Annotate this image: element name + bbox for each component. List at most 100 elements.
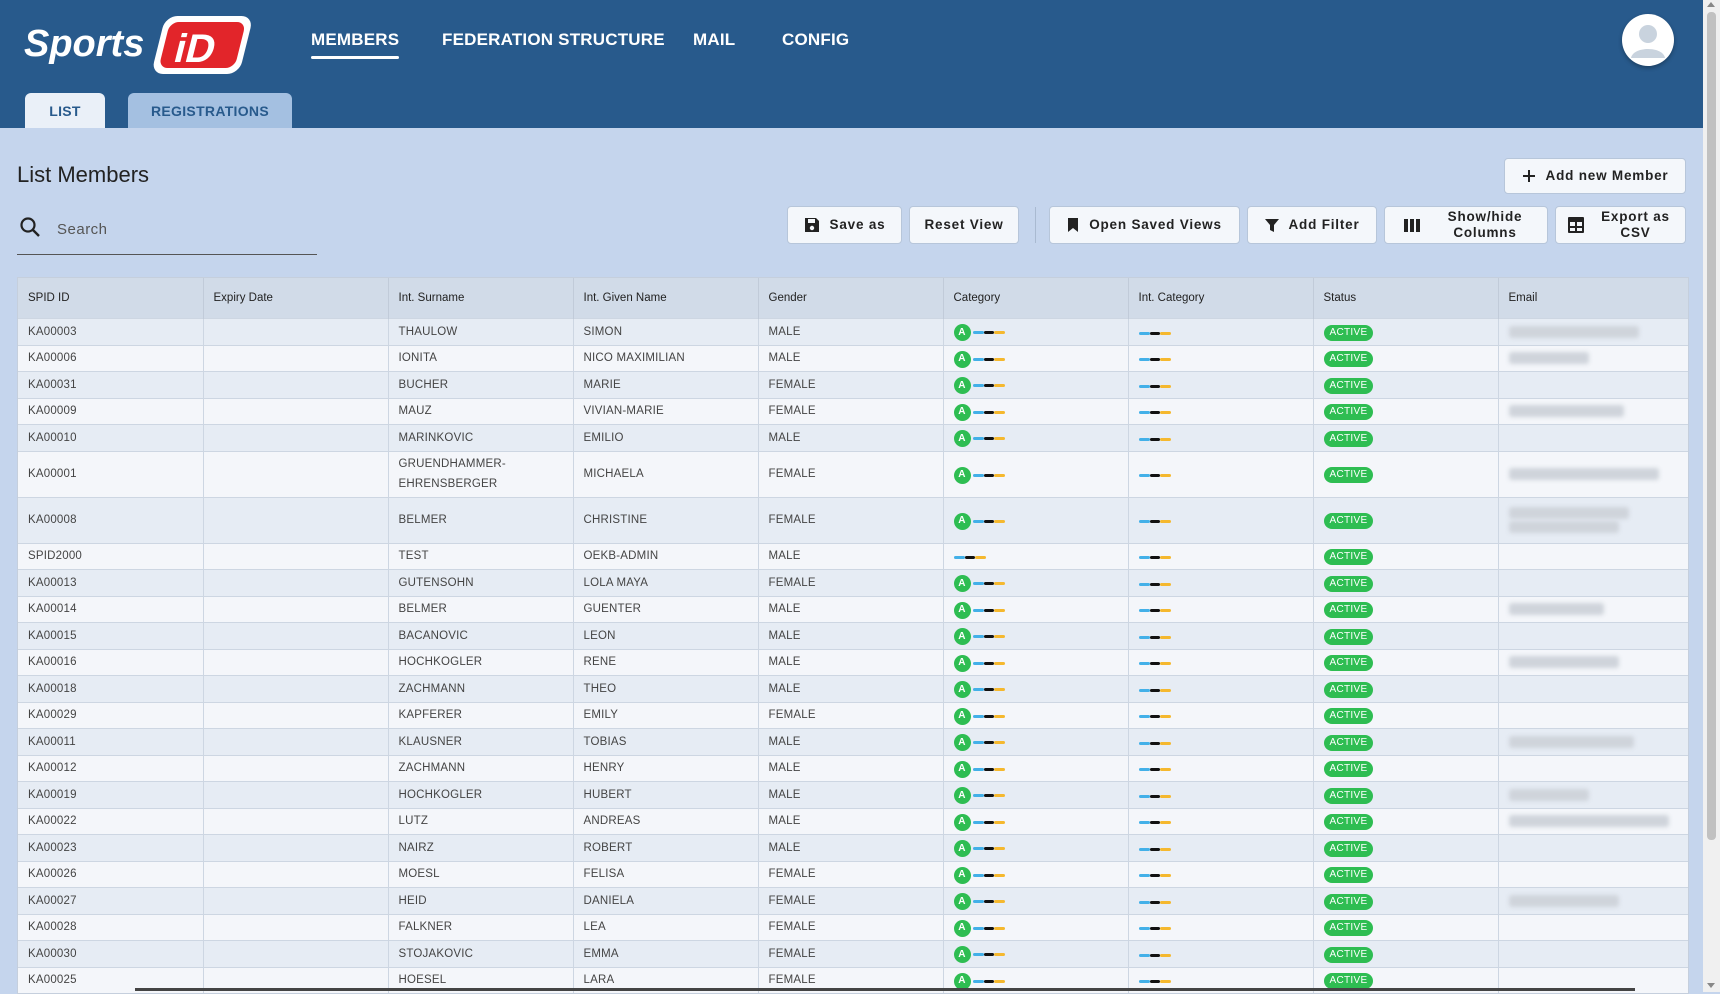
int-category-bars-icon bbox=[1138, 358, 1171, 362]
table-row[interactable]: KA00013 GUTENSOHN LOLA MAYA FEMALE A ACTIVE bbox=[18, 569, 1688, 596]
cell-int-given-name: OEKB-ADMIN bbox=[573, 542, 759, 570]
table-row[interactable]: SPID2000 TEST OEKB-ADMIN MALE ACTIVE bbox=[18, 542, 1688, 570]
table-row[interactable]: KA00028 FALKNER LEA FEMALE A ACTIVE bbox=[18, 913, 1688, 941]
cell-int-given-name: LEA bbox=[573, 913, 759, 941]
table-row[interactable]: KA00003 THAULOW SIMON MALE A ACTIVE bbox=[18, 318, 1688, 345]
nav-config[interactable]: CONFIG bbox=[782, 30, 849, 50]
cell-expiry-date bbox=[203, 781, 389, 808]
table-row[interactable]: KA00009 MAUZ VIVIAN-MARIE FEMALE A ACTIVE bbox=[18, 397, 1688, 425]
tab-registrations[interactable]: REGISTRATIONS bbox=[128, 93, 292, 128]
cell-int-category bbox=[1128, 781, 1314, 808]
show-hide-columns-button[interactable]: Show/hide Columns bbox=[1384, 206, 1548, 244]
scrollbar-thumb[interactable] bbox=[1707, 12, 1716, 840]
table-row[interactable]: KA00016 HOCHKOGLER RENE MALE A ACTIVE bbox=[18, 648, 1688, 676]
cell-gender: FEMALE bbox=[758, 913, 944, 941]
table-row[interactable]: KA00029 KAPFERER EMILY FEMALE A ACTIVE bbox=[18, 701, 1688, 729]
cell-category: A bbox=[943, 371, 1129, 398]
category-badge: A bbox=[953, 575, 971, 593]
nav-mail[interactable]: MAIL bbox=[693, 30, 735, 50]
tab-list[interactable]: LIST bbox=[25, 93, 105, 128]
cell-status: ACTIVE bbox=[1313, 834, 1499, 861]
cell-gender: MALE bbox=[758, 622, 944, 649]
int-category-bars-icon bbox=[1138, 847, 1171, 851]
email-redacted bbox=[1508, 507, 1629, 519]
table-row[interactable]: KA00026 MOESL FELISA FEMALE A ACTIVE bbox=[18, 860, 1688, 888]
cell-gender: MALE bbox=[758, 318, 944, 345]
cell-gender: FEMALE bbox=[758, 860, 944, 888]
nav-members[interactable]: MEMBERS bbox=[311, 30, 400, 59]
table-row[interactable]: KA00018 ZACHMANN THEO MALE A ACTIVE bbox=[18, 675, 1688, 702]
cell-int-surname: MAUZ bbox=[388, 397, 574, 425]
cell-int-given-name: VIVIAN-MARIE bbox=[573, 397, 759, 425]
cell-category: A bbox=[943, 807, 1129, 835]
cell-category: A bbox=[943, 940, 1129, 967]
table-row[interactable]: KA00006 IONITA NICO MAXIMILIAN MALE A ACTIVE bbox=[18, 344, 1688, 372]
category-indicator: A bbox=[953, 324, 1005, 342]
table-row[interactable]: KA00027 HEID DANIELA FEMALE A ACTIVE bbox=[18, 887, 1688, 914]
table-row[interactable]: KA00030 STOJAKOVIC EMMA FEMALE A ACTIVE bbox=[18, 940, 1688, 967]
column-header-email[interactable]: Email bbox=[1498, 278, 1688, 319]
category-indicator: A bbox=[953, 787, 1005, 805]
cell-int-surname: HOCHKOGLER bbox=[388, 648, 574, 676]
nav-federation-structure[interactable]: FEDERATION STRUCTURE bbox=[442, 30, 665, 50]
status-badge: ACTIVE bbox=[1323, 377, 1374, 394]
table-row[interactable]: KA00023 NAIRZ ROBERT MALE A ACTIVE bbox=[18, 834, 1688, 861]
cell-status: ACTIVE bbox=[1313, 728, 1499, 755]
scroll-up-arrow[interactable] bbox=[1707, 2, 1715, 7]
cell-email bbox=[1498, 834, 1688, 861]
table-row[interactable]: KA00001 GRUENDHAMMER-EHRENSBERGER MICHAELA… bbox=[18, 450, 1688, 497]
category-indicator: A bbox=[953, 654, 1005, 672]
save-as-button[interactable]: Save as bbox=[787, 206, 902, 244]
column-header-status[interactable]: Status bbox=[1313, 278, 1499, 319]
cell-expiry-date bbox=[203, 450, 389, 497]
column-header-int-category[interactable]: Int. Category bbox=[1128, 278, 1314, 319]
column-header-int-surname[interactable]: Int. Surname bbox=[388, 278, 574, 319]
cell-gender: MALE bbox=[758, 781, 944, 808]
open-saved-views-button[interactable]: Open Saved Views bbox=[1049, 206, 1240, 244]
cell-expiry-date bbox=[203, 622, 389, 649]
column-header-expiry-date[interactable]: Expiry Date bbox=[203, 278, 389, 319]
table-row[interactable]: KA00031 BUCHER MARIE FEMALE A ACTIVE bbox=[18, 371, 1688, 398]
cell-int-category bbox=[1128, 701, 1314, 729]
table-row[interactable]: KA00008 BELMER CHRISTINE FEMALE A ACTIVE bbox=[18, 496, 1688, 543]
scroll-down-arrow[interactable] bbox=[1707, 983, 1715, 988]
reset-view-button[interactable]: Reset View bbox=[909, 206, 1019, 244]
column-header-category[interactable]: Category bbox=[943, 278, 1129, 319]
cell-status: ACTIVE bbox=[1313, 424, 1499, 451]
column-header-spid-id[interactable]: SPID ID bbox=[18, 278, 204, 319]
search-input[interactable] bbox=[55, 216, 309, 242]
table-row[interactable]: KA00022 LUTZ ANDREAS MALE A ACTIVE bbox=[18, 807, 1688, 835]
cell-int-surname: ZACHMANN bbox=[388, 754, 574, 782]
category-indicator bbox=[953, 556, 986, 560]
table-row[interactable]: KA00011 KLAUSNER TOBIAS MALE A ACTIVE bbox=[18, 728, 1688, 755]
category-bars-icon bbox=[972, 357, 1005, 361]
add-filter-button[interactable]: Add Filter bbox=[1247, 206, 1377, 244]
int-category-bars-icon bbox=[1138, 900, 1171, 904]
category-badge: A bbox=[953, 628, 971, 646]
column-header-int-given-name[interactable]: Int. Given Name bbox=[573, 278, 759, 319]
table-row[interactable]: KA00014 BELMER GUENTER MALE A ACTIVE bbox=[18, 595, 1688, 623]
column-header-gender[interactable]: Gender bbox=[758, 278, 944, 319]
table-row[interactable]: KA00015 BACANOVIC LEON MALE A ACTIVE bbox=[18, 622, 1688, 649]
cell-int-given-name: RENE bbox=[573, 648, 759, 676]
user-avatar[interactable] bbox=[1622, 14, 1674, 66]
table-row[interactable]: KA00019 HOCHKOGLER HUBERT MALE A ACTIVE bbox=[18, 781, 1688, 808]
table-row[interactable]: KA00012 ZACHMANN HENRY MALE A ACTIVE bbox=[18, 754, 1688, 782]
export-csv-button[interactable]: Export as CSV bbox=[1555, 206, 1686, 244]
vertical-scrollbar[interactable] bbox=[1703, 0, 1720, 992]
cell-expiry-date bbox=[203, 754, 389, 782]
cell-int-surname: IONITA bbox=[388, 344, 574, 372]
table-row[interactable]: KA00010 MARINKOVIC EMILIO MALE A ACTIVE bbox=[18, 424, 1688, 451]
horizontal-scrollbar[interactable] bbox=[135, 988, 1635, 991]
add-new-member-button[interactable]: Add new Member bbox=[1504, 158, 1686, 194]
cell-expiry-date bbox=[203, 424, 389, 451]
int-category-bars-icon bbox=[1138, 768, 1171, 772]
sportsid-logo[interactable]: Sports iD bbox=[22, 10, 254, 78]
cell-expiry-date bbox=[203, 887, 389, 914]
cell-category: A bbox=[943, 913, 1129, 941]
status-badge: ACTIVE bbox=[1323, 920, 1374, 937]
category-badge: A bbox=[953, 760, 971, 778]
cell-int-surname: BACANOVIC bbox=[388, 622, 574, 649]
category-indicator: A bbox=[953, 734, 1005, 752]
cell-email bbox=[1498, 781, 1688, 808]
